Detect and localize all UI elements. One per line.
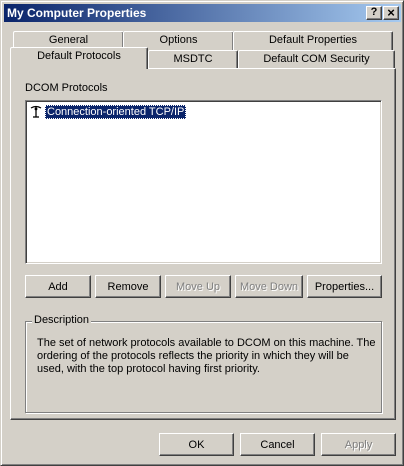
tab-default-com-security-label: Default COM Security xyxy=(263,53,370,65)
window-title: My Computer Properties xyxy=(7,6,147,20)
move-down-button[interactable]: Move Down xyxy=(235,275,303,298)
add-button[interactable]: Add xyxy=(25,275,91,298)
tab-msdtc-label: MSDTC xyxy=(173,53,213,65)
tab-msdtc[interactable]: MSDTC xyxy=(148,50,238,69)
list-item[interactable]: Connection-oriented TCP/IP xyxy=(29,104,187,120)
remove-button[interactable]: Remove xyxy=(95,275,161,298)
apply-button[interactable]: Apply xyxy=(321,433,396,456)
description-text: The set of network protocols available t… xyxy=(37,337,376,375)
protocol-label: Connection-oriented TCP/IP xyxy=(45,105,187,119)
properties-button[interactable]: Properties... xyxy=(307,275,382,298)
title-bar[interactable]: My Computer Properties ? × xyxy=(4,4,401,22)
help-button[interactable]: ? xyxy=(366,6,382,20)
cancel-button[interactable]: Cancel xyxy=(240,433,315,456)
tab-general-label: General xyxy=(48,34,89,46)
move-up-button[interactable]: Move Up xyxy=(165,275,231,298)
properties-window: My Computer Properties ? × General Optio… xyxy=(0,0,404,466)
tab-default-protocols[interactable]: Default Protocols xyxy=(10,47,148,69)
tab-default-properties-label: Default Properties xyxy=(268,34,358,46)
tab-options-label: Options xyxy=(159,34,198,46)
description-group: Description The set of network protocols… xyxy=(25,314,382,413)
tab-panel: DCOM Protocols Connection-oriented TCP/I… xyxy=(10,68,396,420)
ok-button[interactable]: OK xyxy=(159,433,234,456)
close-icon: × xyxy=(387,5,395,20)
tab-default-protocols-label: Default Protocols xyxy=(37,50,121,62)
tab-default-properties[interactable]: Default Properties xyxy=(233,31,393,51)
network-protocol-icon xyxy=(30,105,42,118)
close-button[interactable]: × xyxy=(383,6,399,20)
description-legend: Description xyxy=(32,314,92,326)
help-icon: ? xyxy=(370,6,378,18)
protocols-listbox[interactable]: Connection-oriented TCP/IP xyxy=(25,100,382,264)
tab-default-com-security[interactable]: Default COM Security xyxy=(238,50,395,69)
protocols-label: DCOM Protocols xyxy=(25,82,108,94)
